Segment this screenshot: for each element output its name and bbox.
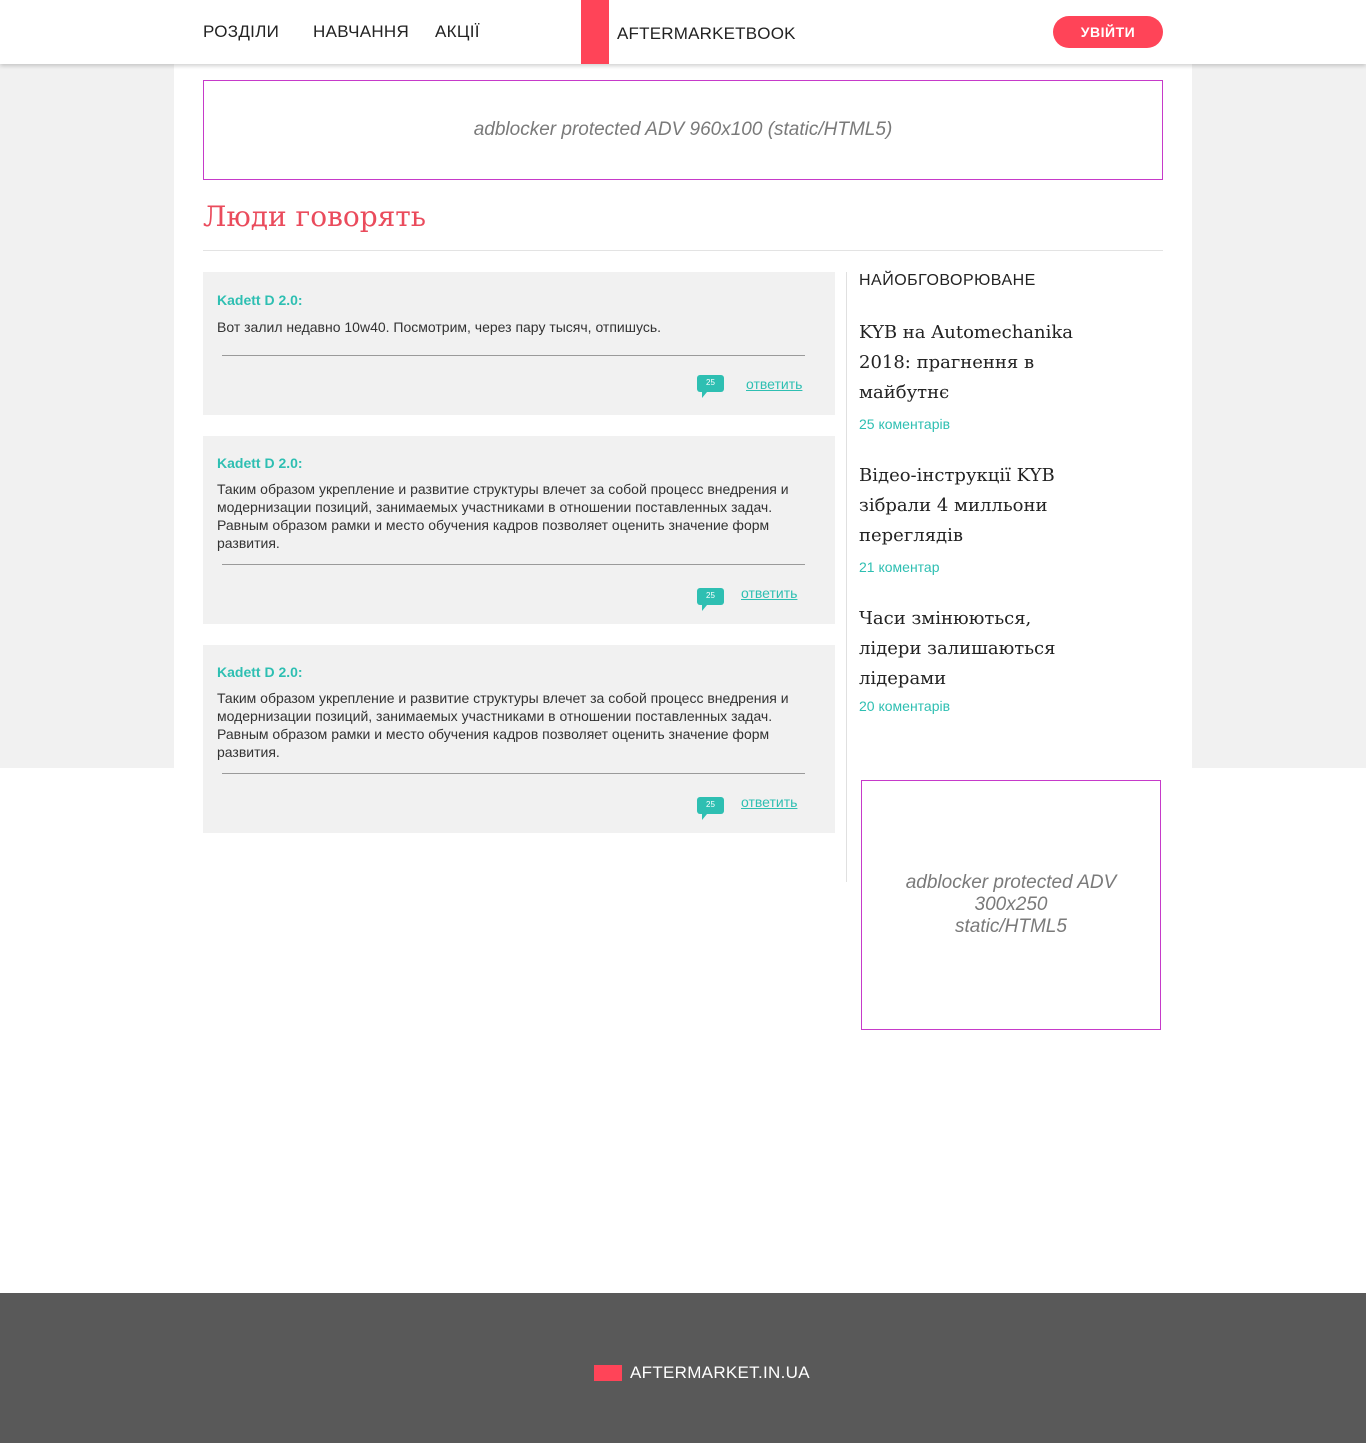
comment-author[interactable]: Kadett D 2.0:: [217, 292, 303, 308]
article-title-link[interactable]: KYB на Automechanika 2018: прагнення в м…: [859, 318, 1079, 408]
login-button[interactable]: УВІЙТИ: [1053, 16, 1163, 48]
article-comment-count[interactable]: 25 коментарів: [859, 416, 1079, 432]
site-logo[interactable]: AFTERMARKETBOOK: [617, 24, 796, 44]
comment-count-icon: 25: [697, 375, 724, 398]
ad-side-label: adblocker protected ADV 300x250 static/H…: [896, 872, 1126, 938]
section-title: Люди говорять: [203, 200, 427, 233]
comment-count-icon: 25: [697, 588, 724, 611]
site-footer: AFTERMARKET.IN.UA: [0, 1293, 1366, 1443]
comment-card: Kadett D 2.0: Таким образом укрепление и…: [203, 436, 835, 624]
ad-side-line: 300x250: [974, 894, 1048, 915]
article-comment-count[interactable]: 21 коментар: [859, 559, 1079, 575]
article-title-link[interactable]: Відео-інструкції KYB зібрали 4 милльони …: [859, 461, 1079, 551]
comment-card: Kadett D 2.0: Вот залил недавно 10w40. П…: [203, 272, 835, 415]
sidebar-article: KYB на Automechanika 2018: прагнення в м…: [859, 318, 1079, 432]
article-comment-count[interactable]: 20 коментарів: [859, 698, 1079, 714]
ad-top-label: adblocker protected ADV 960x100 (static/…: [473, 119, 893, 140]
comment-divider: [222, 564, 805, 565]
nav-education[interactable]: НАВЧАННЯ: [313, 22, 409, 42]
reply-link[interactable]: ответить: [741, 794, 797, 810]
comment-author[interactable]: Kadett D 2.0:: [217, 664, 303, 680]
sidebar-article: Часи змінюються, лідери залишаються ліде…: [859, 604, 1079, 714]
reply-link[interactable]: ответить: [746, 376, 802, 392]
comment-divider: [222, 355, 805, 356]
article-title-link[interactable]: Часи змінюються, лідери залишаються ліде…: [859, 604, 1079, 694]
ad-banner-top[interactable]: adblocker protected ADV 960x100 (static/…: [203, 80, 1163, 180]
site-header: РОЗДІЛИ НАВЧАННЯ АКЦІЇ AFTERMARKETBOOK У…: [0, 0, 1366, 64]
comment-author[interactable]: Kadett D 2.0:: [217, 455, 303, 471]
nav-promotions[interactable]: АКЦІЇ: [435, 22, 480, 42]
ad-side-line: static/HTML5: [955, 916, 1067, 937]
ad-banner-side[interactable]: adblocker protected ADV 300x250 static/H…: [861, 780, 1161, 1030]
reply-link[interactable]: ответить: [741, 585, 797, 601]
comment-divider: [222, 773, 805, 774]
nav-sections[interactable]: РОЗДІЛИ: [203, 22, 279, 42]
sidebar-divider: [846, 272, 847, 882]
comment-text: Вот залил недавно 10w40. Посмотрим, чере…: [217, 319, 662, 335]
comment-card: Kadett D 2.0: Таким образом укрепление и…: [203, 645, 835, 833]
logo-mark[interactable]: [581, 0, 609, 64]
ad-side-line: adblocker protected ADV: [905, 872, 1117, 893]
comment-text: Таким образом укрепление и развитие стру…: [217, 690, 789, 760]
comment-text: Таким образом укрепление и развитие стру…: [217, 481, 789, 551]
sidebar-article: Відео-інструкції KYB зібрали 4 милльони …: [859, 461, 1079, 575]
sidebar-heading: НАЙОБГОВОРЮВАНЕ: [859, 272, 1036, 289]
footer-logo[interactable]: AFTERMARKET.IN.UA: [630, 1363, 810, 1383]
footer-logo-mark[interactable]: [594, 1365, 622, 1381]
title-divider: [203, 250, 1163, 251]
comment-count-icon: 25: [697, 797, 724, 820]
